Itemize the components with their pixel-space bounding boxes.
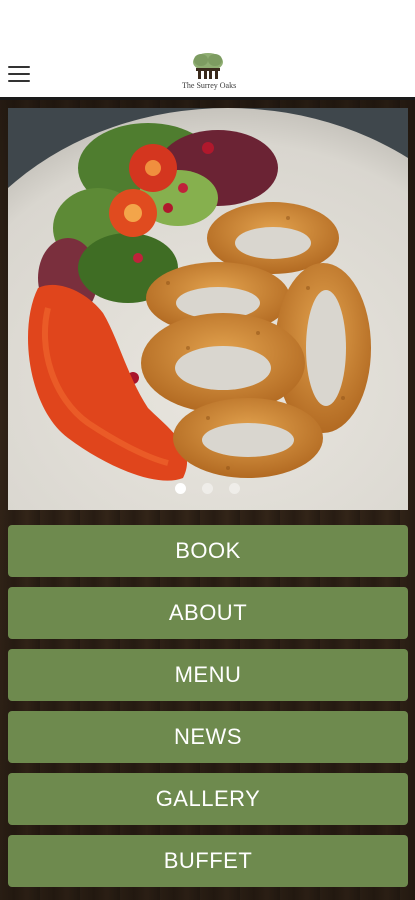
hero-carousel-image[interactable] [8,108,408,510]
carousel-dot[interactable] [202,483,213,494]
buffet-button-label: BUFFET [163,848,253,873]
logo-text: The Surrey Oaks [182,81,237,90]
status-bar [0,0,415,48]
hamburger-menu-icon[interactable] [8,66,30,82]
news-button[interactable]: NEWS [8,711,408,763]
gallery-button[interactable]: GALLERY [8,773,408,825]
about-button-label: ABOUT [168,600,248,625]
logo[interactable]: The Surrey Oaks [182,52,237,96]
carousel-dot[interactable] [229,483,241,494]
about-button[interactable]: ABOUT [8,587,408,639]
book-button[interactable]: BOOK [8,525,408,577]
food-photo [8,108,408,510]
app-header: The Surrey Oaks [0,48,415,98]
oak-tree-icon [193,53,223,79]
news-button-label: NEWS [174,724,242,749]
gallery-button-label: GALLERY [155,786,261,811]
carousel-indicators [0,481,415,495]
menu-button[interactable]: MENU [8,649,408,701]
menu-button-label: MENU [174,662,242,687]
buffet-button[interactable]: BUFFET [8,835,408,887]
book-button-label: BOOK [175,538,241,563]
carousel-dot[interactable] [174,483,186,494]
